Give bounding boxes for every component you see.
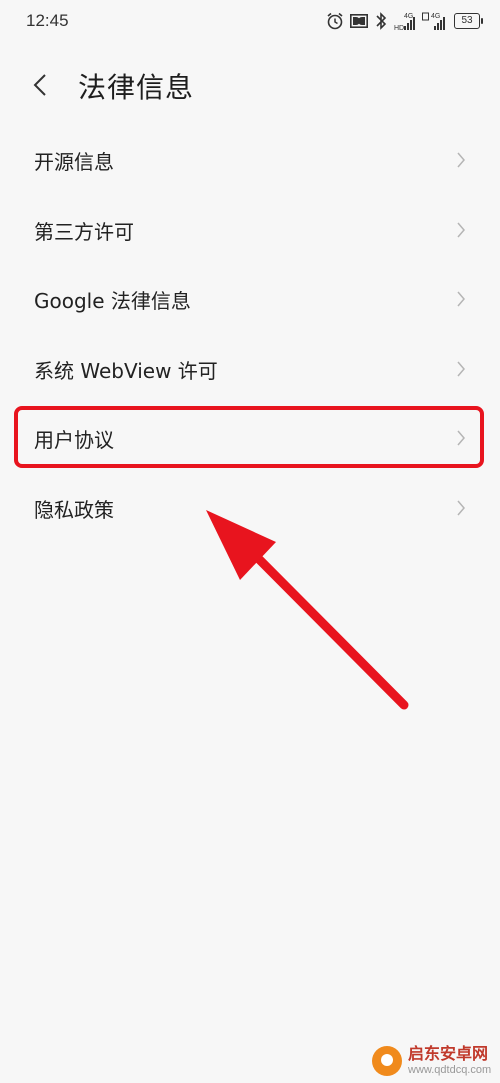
alarm-icon [327,12,343,30]
bluetooth-icon [376,12,387,30]
chevron-right-icon [457,500,465,515]
menu-item-third-party-licenses[interactable]: 第三方许可 [0,196,500,266]
chevron-right-icon [457,291,465,307]
dolby-icon [350,14,368,28]
annotation-arrow-icon [206,510,409,710]
status-time: 12:45 [26,11,69,30]
chevron-right-icon [457,152,465,168]
menu-item-label: 隐私政策 [34,497,114,522]
chevron-right-icon [457,361,465,376]
menu-item-google-legal[interactable]: Google 法律信息 [0,265,500,335]
page-title: 法律信息 [78,71,195,104]
menu-item-label: 第三方许可 [34,219,134,244]
network-label-1: 4G [404,13,413,20]
legal-info-menu: 开源信息 第三方许可 Google 法律信息 系统 WebView 许可 用户协… [0,126,500,543]
watermark-name: 启东安卓网 [408,1044,489,1063]
highlight-box [14,406,484,468]
menu-item-label: Google 法律信息 [34,289,191,313]
signal-icon-sim1: HD 4G [394,13,415,31]
signal-icon-sim2: 4G [422,12,445,30]
menu-item-label: 系统 WebView 许可 [34,358,218,383]
network-label-2: 4G [431,13,440,20]
header: 法律信息 [0,55,500,115]
battery-icon: 53 [454,13,483,29]
chevron-left-icon [33,74,46,96]
menu-item-open-source[interactable]: 开源信息 [0,126,500,196]
menu-item-label: 开源信息 [34,150,114,174]
watermark-logo-icon [372,1046,402,1076]
watermark-url: www.qdtdcq.com [408,1064,492,1076]
menu-item-webview-license[interactable]: 系统 WebView 许可 [0,335,500,405]
status-bar: 12:45 HD 4G 4G 53 [0,0,500,44]
watermark: 启东安卓网 www.qdtdcq.com [372,1043,491,1079]
back-button[interactable] [22,65,58,105]
hd-label: HD [394,25,404,31]
status-icons: HD 4G 4G 53 [326,10,483,32]
chevron-right-icon [457,222,465,237]
